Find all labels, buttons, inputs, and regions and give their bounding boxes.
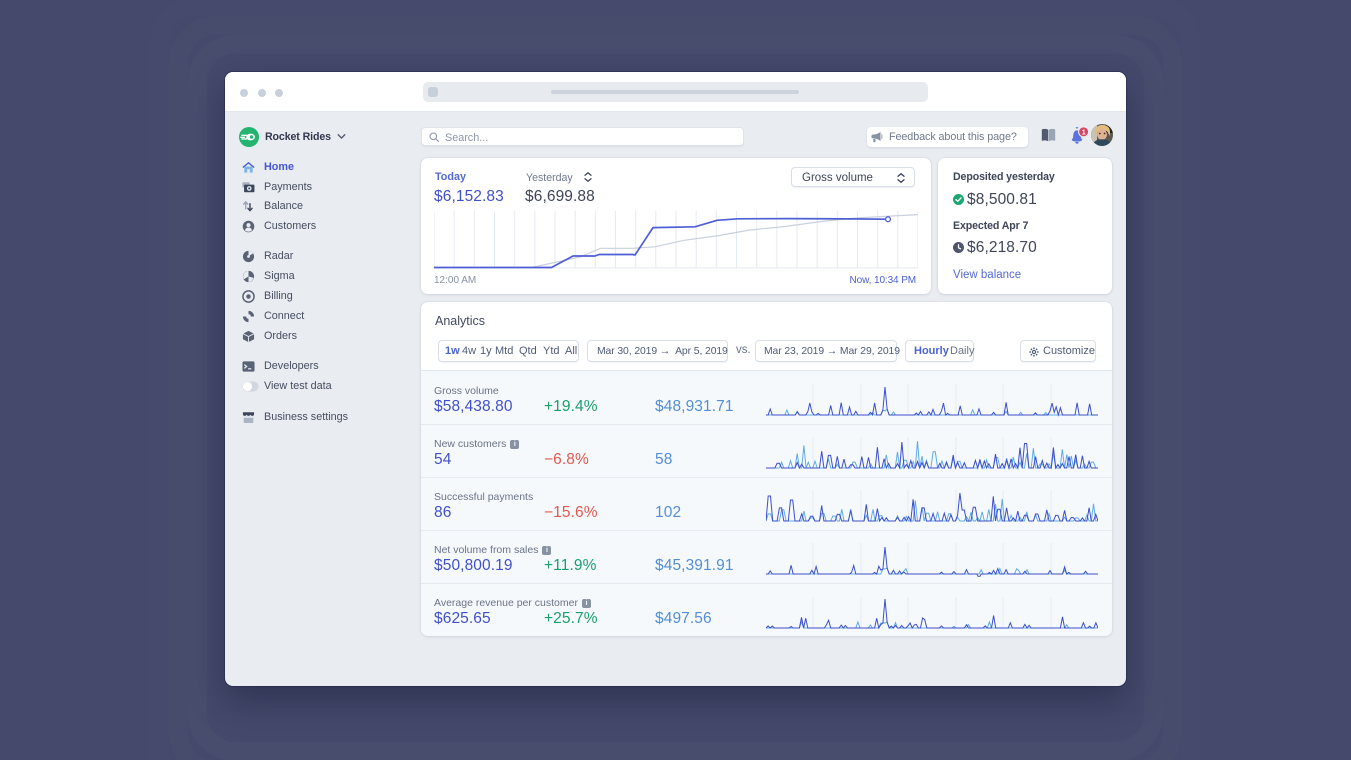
svg-text:1: 1 [1082,127,1086,136]
